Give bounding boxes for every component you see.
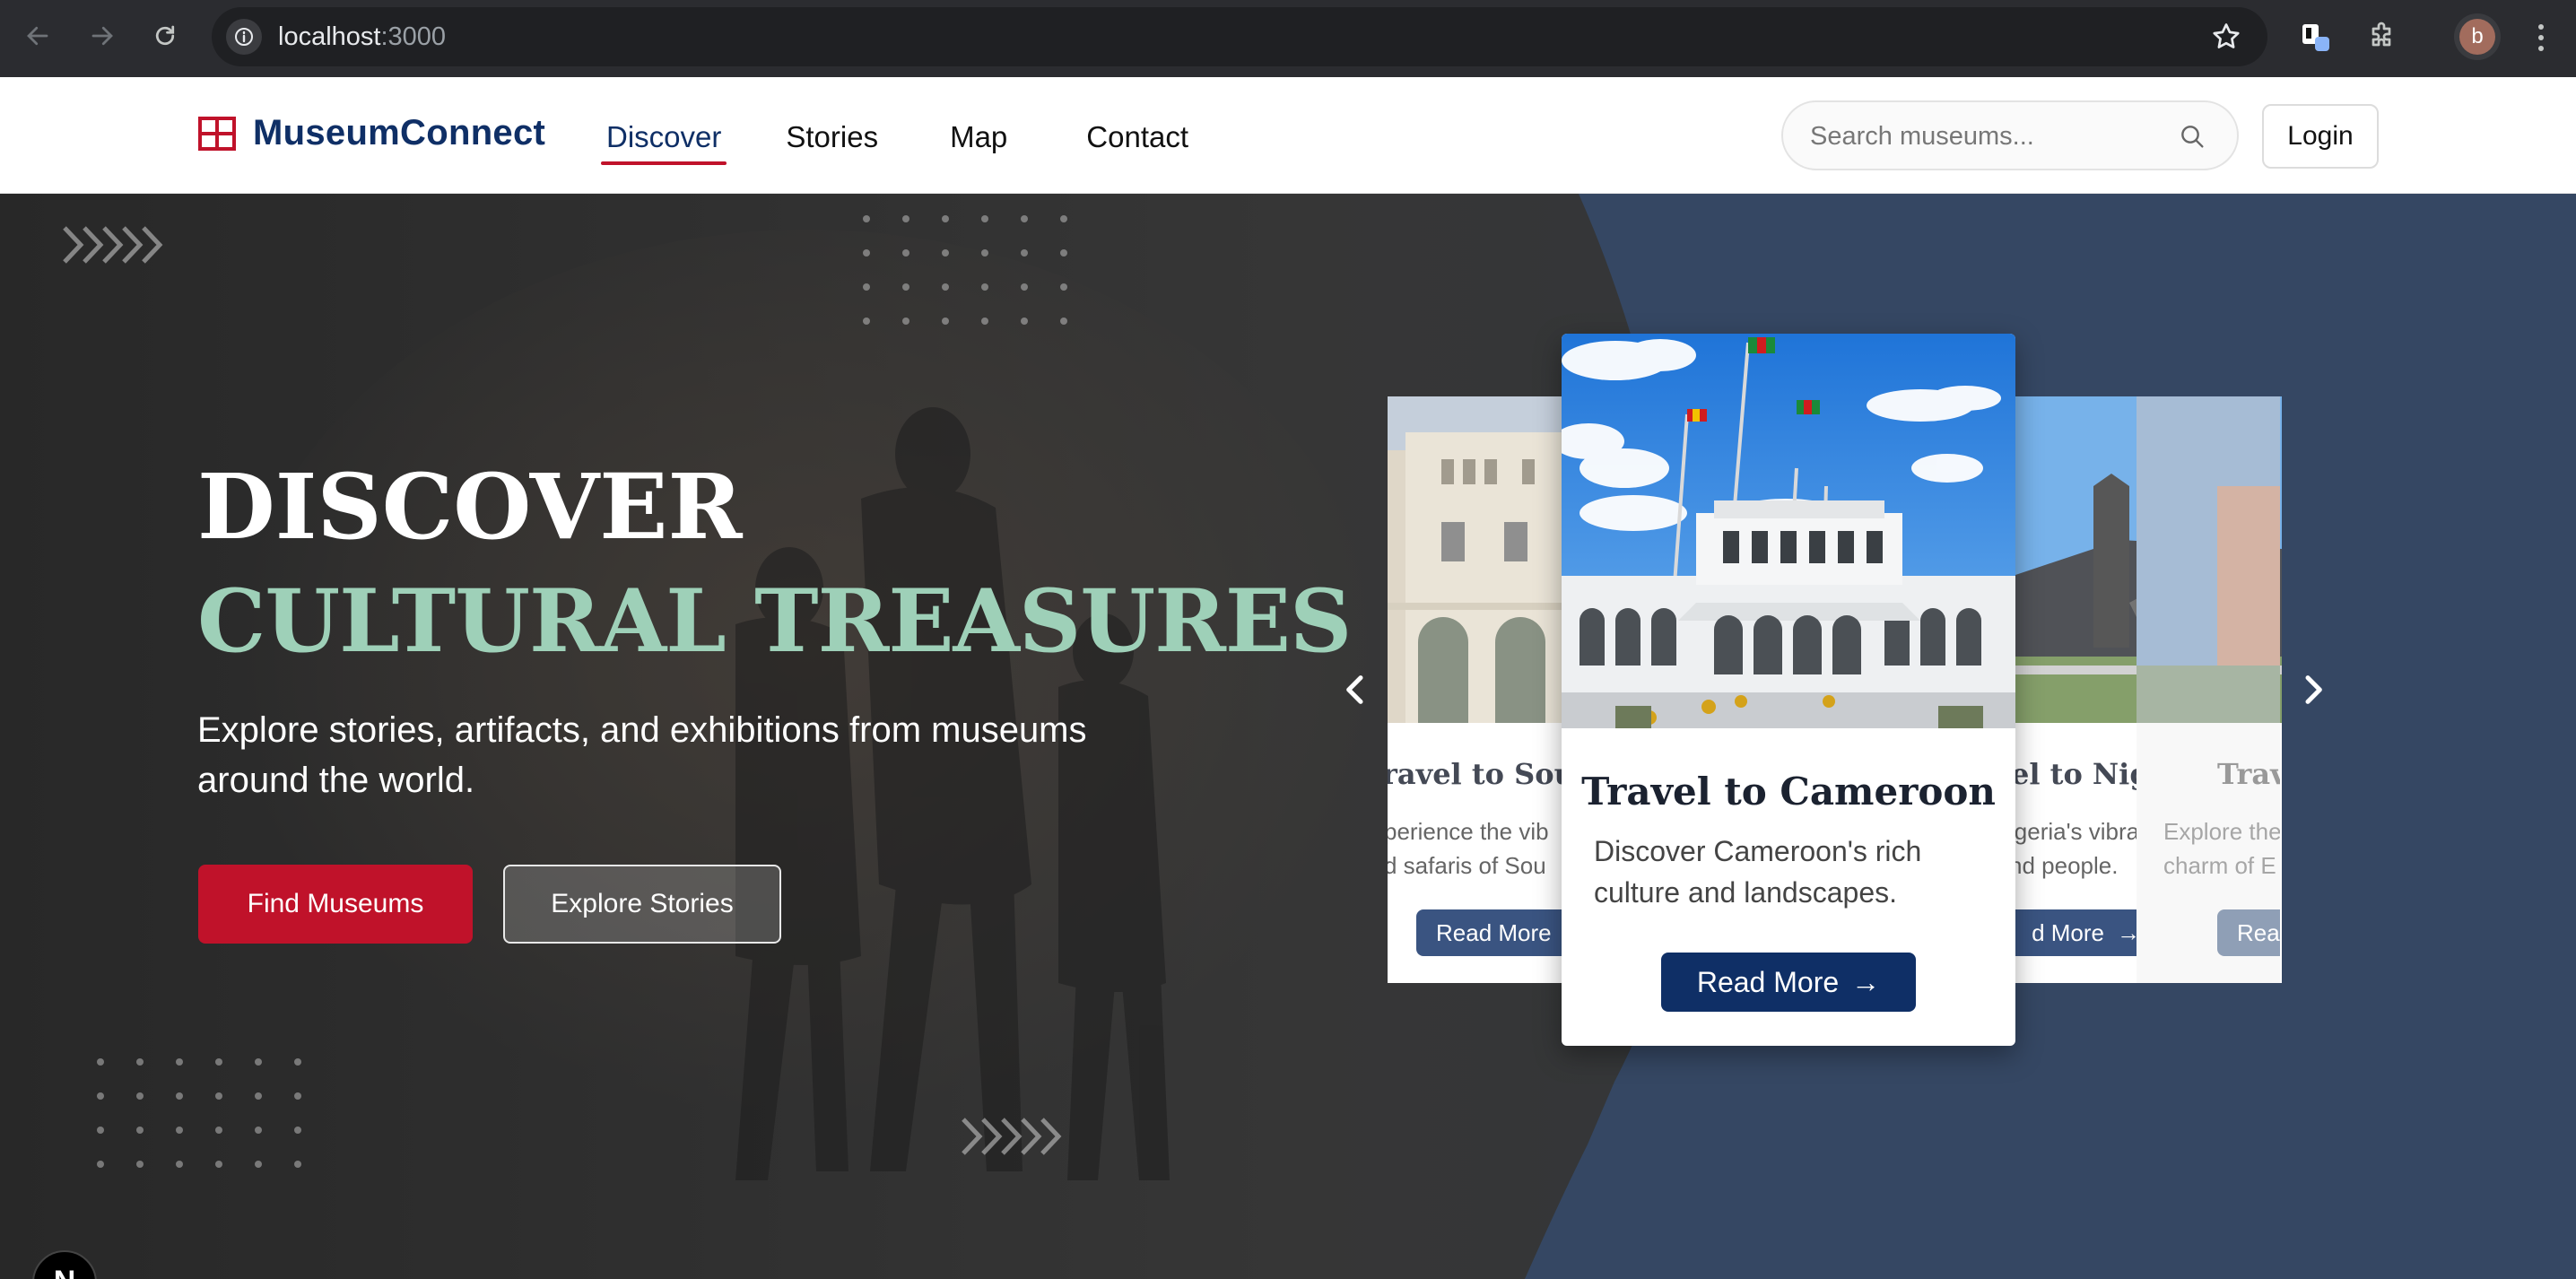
brand-name: MuseumConnect	[253, 113, 546, 152]
carousel-card-far-right[interactable]: Trav Explore the charm of E Rea	[2137, 396, 2280, 983]
nav-contact[interactable]: Contact	[1086, 120, 1188, 154]
url-text: localhost:3000	[278, 22, 447, 51]
browser-menu-icon[interactable]	[2528, 18, 2554, 57]
carousel-card-left[interactable]: ravel to Sout perience the vib d safaris…	[1388, 396, 1567, 983]
hero-title-accent: CULTURAL TREASURES	[197, 570, 1352, 672]
main-nav: Discover Stories Map Contact	[600, 120, 1188, 165]
search-icon[interactable]	[2178, 122, 2206, 151]
back-arrow-icon	[27, 26, 48, 46]
brand-logo[interactable]: MuseumConnect	[197, 113, 545, 153]
forward-arrow-icon	[91, 26, 113, 46]
nav-discover[interactable]: Discover	[600, 120, 727, 165]
card-image	[1562, 334, 2015, 728]
extensions-puzzle-icon[interactable]	[2361, 16, 2402, 57]
carousel-card-active[interactable]: Travel to Cameroon Discover Cameroon's r…	[1562, 334, 2015, 1046]
card-title: Travel to Cameroon	[1581, 770, 1996, 814]
site-header: MuseumConnect Discover Stories Map Conta…	[0, 77, 2576, 194]
search-input[interactable]	[1810, 118, 2169, 154]
chevron-left-icon	[1346, 675, 1363, 704]
arrow-right-icon: →	[1851, 965, 1881, 998]
carousel-prev-button[interactable]	[1329, 663, 1383, 717]
login-button[interactable]: Login	[2262, 104, 2379, 169]
hero-subtitle: Explore stories, artifacts, and exhibiti…	[197, 710, 1087, 800]
hero-section: DISCOVER CULTURAL TREASURES Explore stor…	[0, 194, 2576, 1279]
search-box	[1781, 100, 2239, 170]
bookmark-star-icon[interactable]	[2210, 21, 2242, 53]
decorative-dots-top	[863, 215, 1067, 325]
decorative-dots-bottom	[97, 1058, 301, 1168]
chevron-right-icon	[2305, 675, 2322, 704]
chevrons-decoration-icon	[962, 1118, 1062, 1155]
reload-button[interactable]	[145, 16, 185, 56]
nav-stories[interactable]: Stories	[786, 120, 878, 154]
profile-avatar[interactable]: b	[2454, 13, 2501, 60]
extension-icon[interactable]	[2294, 16, 2336, 57]
read-more-button[interactable]: Read More →	[1661, 953, 1916, 1012]
nav-map[interactable]: Map	[950, 120, 1007, 154]
forward-button[interactable]	[83, 16, 122, 56]
find-museums-button[interactable]: Find Museums	[198, 865, 473, 944]
explore-stories-button[interactable]: Explore Stories	[503, 865, 781, 944]
address-bar[interactable]: localhost:3000	[212, 7, 2267, 66]
site-info-icon[interactable]	[226, 19, 262, 55]
chevrons-decoration-icon	[63, 226, 163, 264]
hero-title: DISCOVER	[197, 454, 743, 560]
carousel-next-button[interactable]	[2285, 663, 2339, 717]
browser-toolbar: localhost:3000 b	[0, 0, 2576, 77]
reload-icon	[155, 25, 175, 46]
museum-grid-icon	[198, 116, 236, 151]
card-description: Discover Cameroon's rich culture and lan…	[1594, 835, 1922, 909]
back-button[interactable]	[18, 16, 57, 56]
